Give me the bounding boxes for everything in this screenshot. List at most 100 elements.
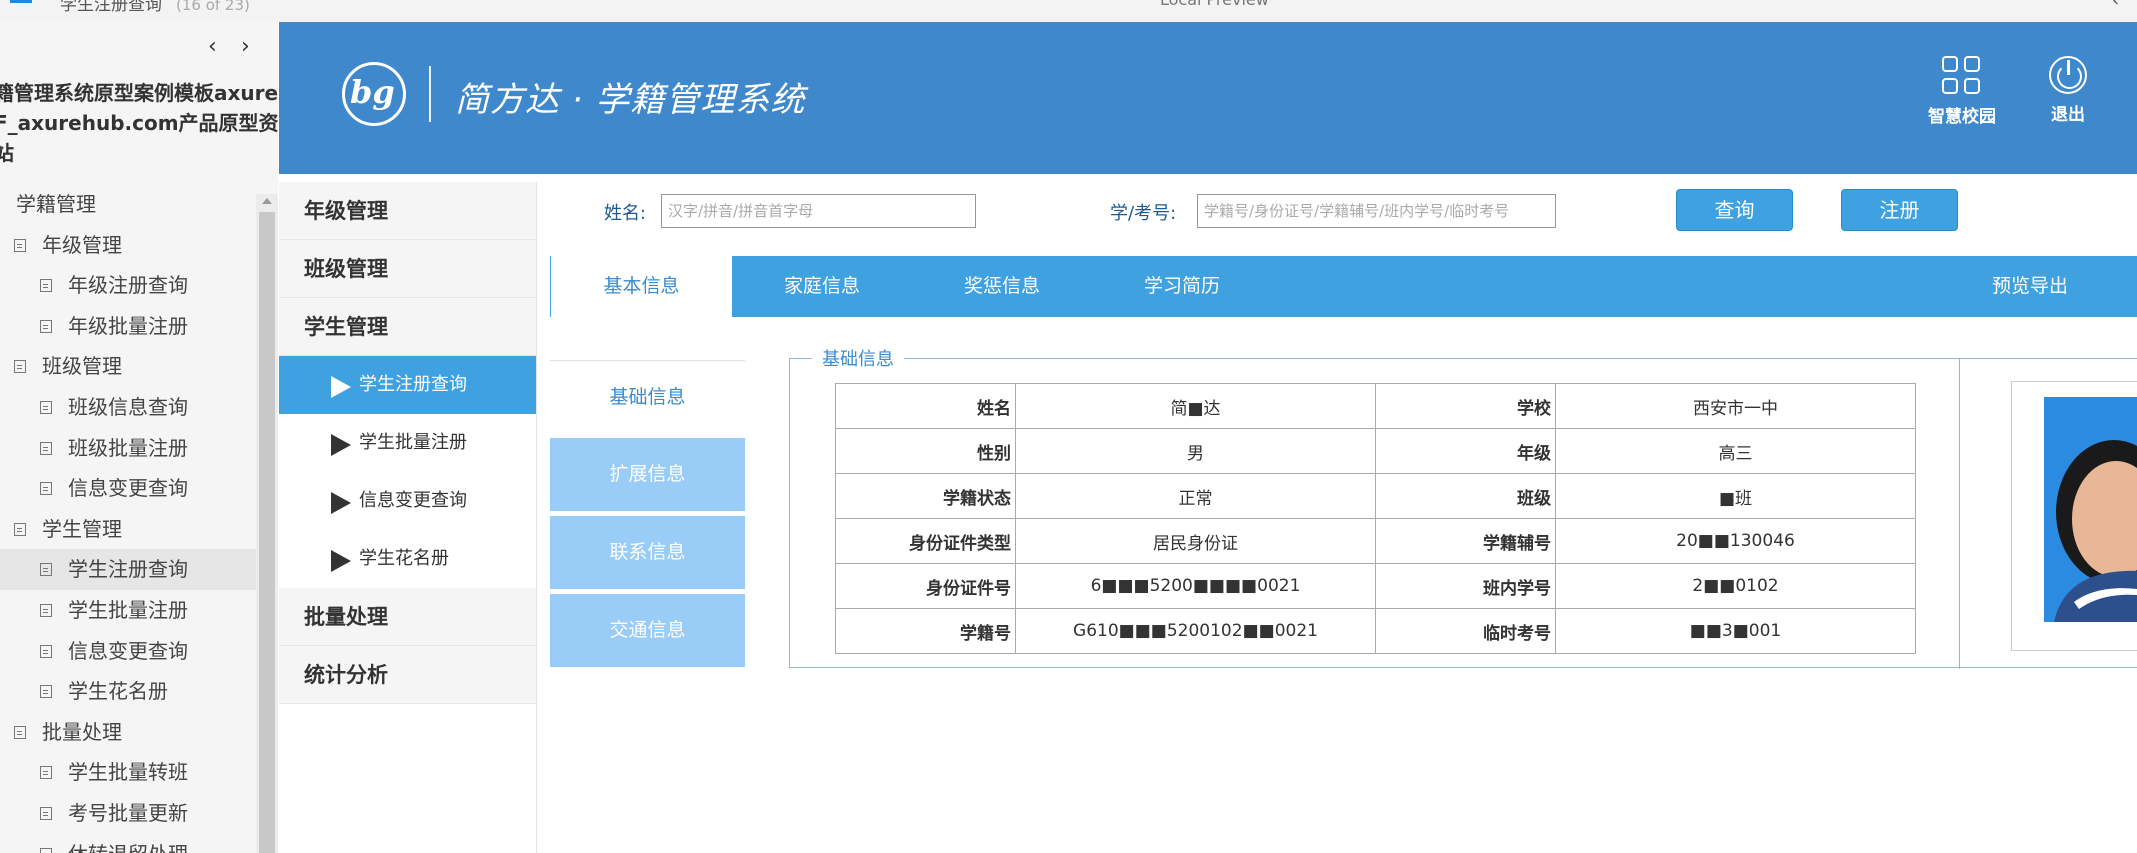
tree-item[interactable]: 班级信息查询 <box>0 387 260 428</box>
tree-item[interactable]: 学生花名册 <box>0 671 260 712</box>
menu-group[interactable]: 统计分析 <box>279 646 536 704</box>
power-icon <box>2049 56 2087 94</box>
menu-item[interactable]: 学生注册查询 <box>279 356 536 414</box>
field-value: 西安市一中 <box>1555 383 1916 429</box>
tree-item-label: 班级管理 <box>42 354 122 379</box>
page-icon <box>40 644 52 658</box>
tree-item-label: 考号批量更新 <box>68 800 188 825</box>
field-value: 20■■130046 <box>1555 518 1916 564</box>
tree-item[interactable]: 班级批量注册 <box>0 428 260 469</box>
field-value: G610■■■5200102■■0021 <box>1015 608 1376 654</box>
subtab-extended[interactable]: 扩展信息 <box>550 438 745 511</box>
logout-button[interactable]: 退出 <box>2023 56 2113 125</box>
field-label: 学籍辅号 <box>1375 518 1556 564</box>
table-row: 身份证件号 6■■■5200■■■■0021 班内学号 2■■0102 <box>835 563 1916 609</box>
scrollbar[interactable] <box>256 194 278 853</box>
field-value: 高三 <box>1555 428 1916 474</box>
next-page-icon[interactable]: › <box>241 34 250 59</box>
smart-campus-button[interactable]: 智慧校园 <box>1917 56 2007 127</box>
arrow-right-icon <box>331 376 351 398</box>
tree-item[interactable]: 学生批量注册 <box>0 590 260 631</box>
query-button[interactable]: 查询 <box>1676 189 1793 231</box>
tree-item-label: 年级批量注册 <box>68 313 188 338</box>
field-label: 身份证件类型 <box>835 518 1016 564</box>
student-photo <box>2011 381 2137 651</box>
basic-info-table: 姓名 简■达 学校 西安市一中 性别男年级 高三 学籍状态 正常 班级 ■班 身份证件类型 居民身份证… <box>835 383 1916 654</box>
menu-item-label: 学生花名册 <box>359 548 449 569</box>
subtab-contact[interactable]: 联系信息 <box>550 516 745 589</box>
tree-item-label: 学生管理 <box>42 516 122 541</box>
page-nav: ‹ › <box>0 34 278 59</box>
menu-item-label: 年级管理 <box>304 199 388 223</box>
tree-item[interactable]: 年级管理 <box>0 225 260 266</box>
tab-study-history[interactable]: 学习简历 <box>1092 256 1272 317</box>
page-icon <box>40 482 52 496</box>
preview-topbar: 学生注册查询(16 of 23) Local Preview ‹ <box>0 0 2137 22</box>
preview-export-button[interactable]: 预览导出 <box>1930 256 2130 317</box>
tree-item[interactable]: 考号批量更新 <box>0 793 260 834</box>
menu-group[interactable]: 学生管理 <box>279 298 536 356</box>
subtab-transport[interactable]: 交通信息 <box>550 594 745 667</box>
tree-item[interactable]: 年级注册查询 <box>0 265 260 306</box>
id-label: 学/考号: <box>1110 203 1177 224</box>
menu-item[interactable]: 学生批量注册 <box>279 414 536 472</box>
tree-item[interactable]: 年级批量注册 <box>0 306 260 347</box>
field-value: ■班 <box>1555 473 1916 519</box>
field-value: 2■■0102 <box>1555 563 1916 609</box>
tab-rewards-info[interactable]: 奖惩信息 <box>912 256 1092 317</box>
tree-item[interactable]: 学生注册查询 <box>0 549 260 590</box>
page-title: 学生注册查询 (16 of 23) <box>60 0 250 15</box>
tree-item[interactable]: 信息变更查询 <box>0 631 260 672</box>
tree-item[interactable]: 学籍管理 <box>0 184 260 225</box>
page-icon <box>40 441 52 455</box>
page-counter: (16 of 23) <box>176 0 250 14</box>
table-row: 性别男年级 高三 <box>835 428 1916 474</box>
folder-icon <box>14 725 26 739</box>
name-label: 姓名: <box>604 203 647 224</box>
tab-basic-info[interactable]: 基本信息 <box>550 256 732 317</box>
menu-group[interactable]: 批量处理 <box>279 588 536 646</box>
arrow-right-icon <box>331 492 351 514</box>
scroll-up-icon[interactable] <box>262 198 272 204</box>
tree-item[interactable]: 班级管理 <box>0 346 260 387</box>
tab-family-info[interactable]: 家庭信息 <box>732 256 912 317</box>
name-search-input[interactable]: 汉字/拼音/拼音首字母 <box>661 194 976 228</box>
preview-title: Local Preview <box>1160 0 1269 9</box>
tree-item-label: 休转退留处理 <box>68 842 188 853</box>
menu-item-label: 统计分析 <box>304 663 388 687</box>
info-tabs: 基本信息 家庭信息 奖惩信息 学习简历 预览导出 <box>550 256 2137 317</box>
tree-item[interactable]: 信息变更查询 <box>0 468 260 509</box>
register-button[interactable]: 注册 <box>1841 189 1958 231</box>
table-row: 姓名 简■达 学校 西安市一中 <box>835 383 1916 429</box>
page-icon <box>40 319 52 333</box>
tree-item-label: 年级管理 <box>42 232 122 257</box>
tree-item[interactable]: 休转退留处理 <box>0 834 260 853</box>
menu-item[interactable]: 信息变更查询 <box>279 472 536 530</box>
field-value: 6■■■5200■■■■0021 <box>1015 563 1376 609</box>
logo: bg <box>342 62 406 126</box>
tree-item[interactable]: 学生管理 <box>0 509 260 550</box>
student-photo-image <box>2044 397 2137 622</box>
menu-item[interactable]: 学生花名册 <box>279 530 536 588</box>
panel-divider <box>1959 359 1960 669</box>
tree-item-label: 信息变更查询 <box>68 638 188 663</box>
close-icon[interactable]: ‹ <box>2112 0 2119 11</box>
subtab-basic[interactable]: 基础信息 <box>550 360 745 433</box>
basic-info-panel: 基础信息 姓名 简■达 学校 西安市一中 性别男年级 高三 学籍状态 正常 班级 ■班 身份证件类型… <box>789 345 2137 669</box>
tree-item-label: 班级批量注册 <box>68 435 188 460</box>
tree-item[interactable]: 批量处理 <box>0 712 260 753</box>
field-value: 男 <box>1015 428 1376 474</box>
menu-group[interactable]: 年级管理 <box>279 182 536 240</box>
page-icon <box>40 766 52 780</box>
prev-page-icon[interactable]: ‹ <box>208 34 217 59</box>
tree-item-label: 学生批量转班 <box>68 760 188 785</box>
menu-group[interactable]: 班级管理 <box>279 240 536 298</box>
field-label: 临时考号 <box>1375 608 1556 654</box>
table-row: 身份证件类型 居民身份证 学籍辅号 20■■130046 <box>835 518 1916 564</box>
menu-icon[interactable] <box>10 0 32 4</box>
field-label: 身份证件号 <box>835 563 1016 609</box>
menu-item-label: 信息变更查询 <box>359 490 467 511</box>
tree-item[interactable]: 学生批量转班 <box>0 752 260 793</box>
id-search-input[interactable]: 学籍号/身份证号/学籍辅号/班内学号/临时考号 <box>1197 194 1556 228</box>
scrollbar-thumb[interactable] <box>259 212 275 853</box>
